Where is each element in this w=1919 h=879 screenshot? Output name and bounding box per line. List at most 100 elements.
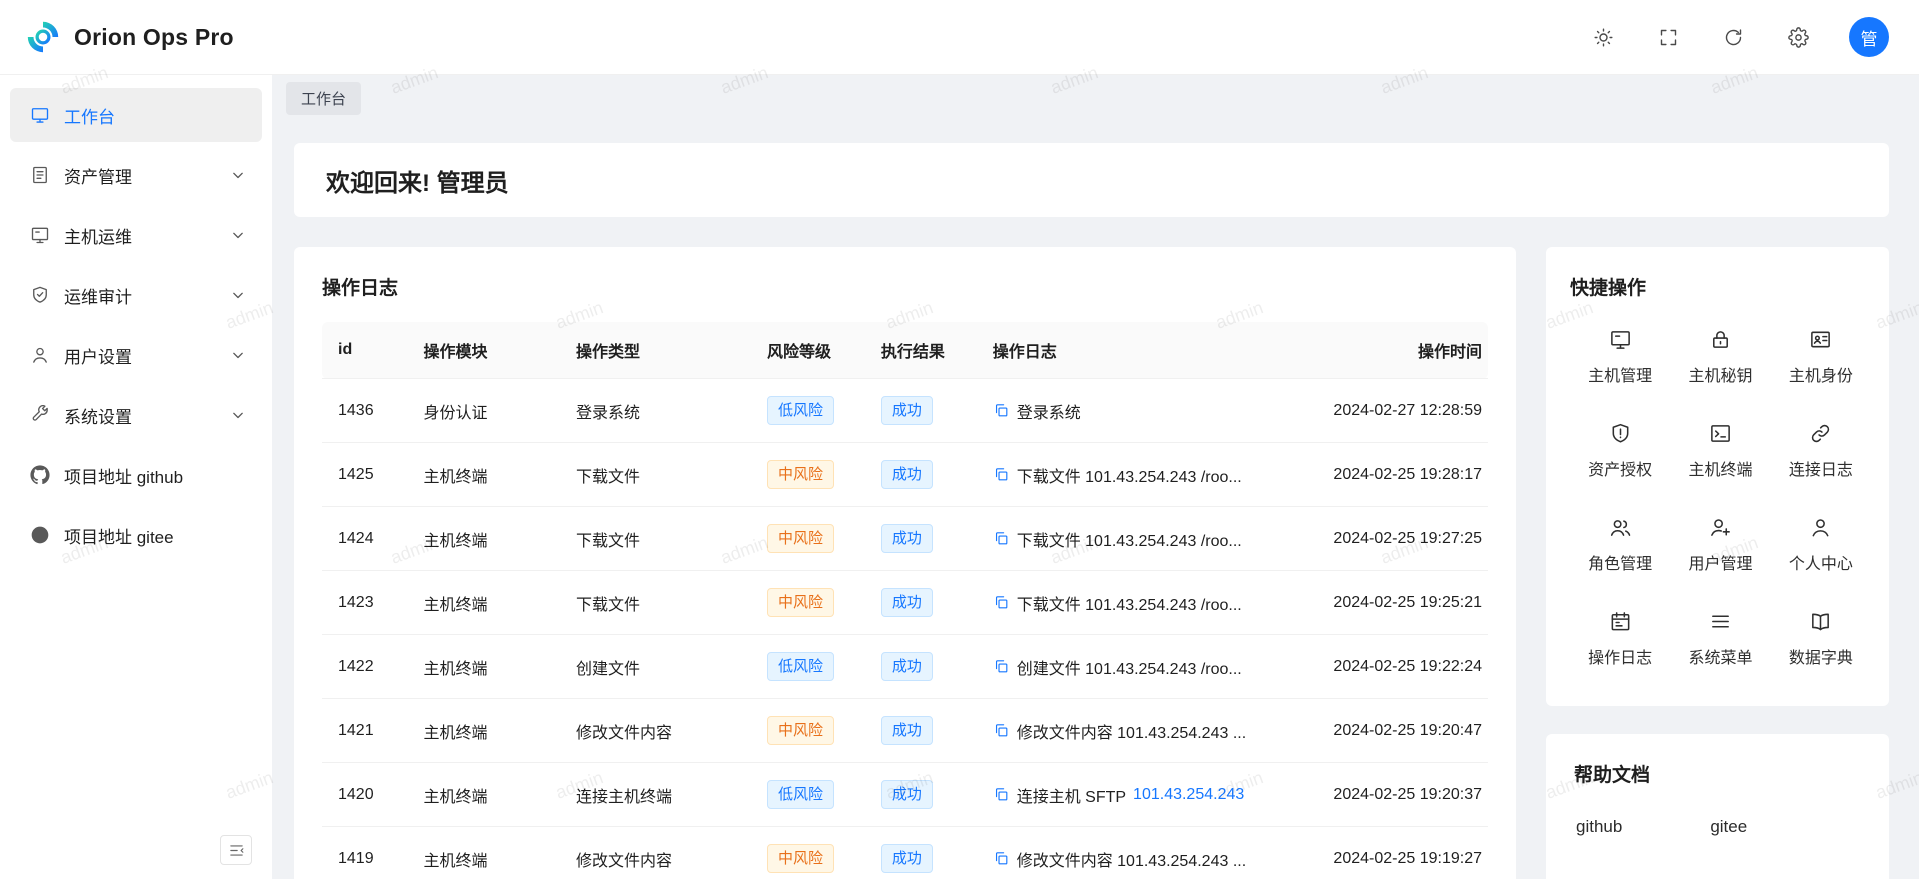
copy-icon[interactable] (993, 722, 1010, 739)
quick-action-calendar[interactable]: 操作日志 (1570, 592, 1670, 686)
user-avatar[interactable]: 管 (1849, 17, 1889, 57)
cell-log: 修改文件内容 101.43.254.243 ... (981, 699, 1316, 763)
cell-log: 下载文件 101.43.254.243 /roo... (981, 571, 1316, 635)
operation-log-title: 操作日志 (322, 273, 1488, 300)
cell-module: 主机终端 (411, 827, 563, 879)
cell-type: 下载文件 (564, 443, 755, 507)
copy-icon[interactable] (993, 402, 1010, 419)
quick-action-user[interactable]: 个人中心 (1771, 498, 1871, 592)
column-header: 操作模块 (411, 322, 563, 379)
help-link-github[interactable]: github (1576, 817, 1622, 837)
risk-badge: 中风险 (767, 844, 834, 873)
cell-time: 2024-02-25 19:19:27 (1316, 827, 1488, 879)
help-link-gitee[interactable]: gitee (1710, 817, 1747, 837)
cell-log: 下载文件 101.43.254.243 /roo... (981, 443, 1316, 507)
refresh-button[interactable] (1723, 27, 1744, 48)
cell-log: 连接主机 SFTP 101.43.254.243 (981, 763, 1316, 827)
cell-result: 成功 (869, 763, 981, 827)
quick-action-label: 资产授权 (1588, 456, 1652, 480)
result-badge: 成功 (881, 396, 933, 425)
settings-button[interactable] (1788, 27, 1809, 48)
copy-icon[interactable] (993, 530, 1010, 547)
cell-id: 1424 (322, 507, 411, 571)
cell-module: 身份认证 (411, 379, 563, 443)
cell-module: 主机终端 (411, 571, 563, 635)
operation-log-table: id操作模块操作类型风险等级执行结果操作日志操作时间 1436身份认证登录系统低… (322, 322, 1488, 879)
quick-action-lock[interactable]: 主机秘钥 (1670, 310, 1770, 404)
log-message: 修改文件内容 101.43.254.243 ... (1017, 847, 1246, 871)
user-add-icon (1709, 516, 1732, 539)
risk-badge: 低风险 (767, 652, 834, 681)
quick-action-idcard[interactable]: 主机身份 (1771, 310, 1871, 404)
cell-result: 成功 (869, 571, 981, 635)
copy-icon[interactable] (993, 466, 1010, 483)
header-actions: 管 (1593, 17, 1889, 57)
cell-risk: 低风险 (755, 763, 869, 827)
sidebar-item-assets[interactable]: 资产管理 (10, 148, 262, 202)
calendar-icon (1609, 610, 1632, 633)
cell-time: 2024-02-25 19:22:24 (1316, 635, 1488, 699)
quick-actions-grid: 主机管理主机秘钥主机身份资产授权主机终端连接日志角色管理用户管理个人中心操作日志… (1570, 310, 1871, 686)
breadcrumb-tab-workbench[interactable]: 工作台 (286, 82, 361, 115)
log-message: 创建文件 101.43.254.243 /roo... (1017, 655, 1242, 679)
gitee-icon (30, 525, 50, 545)
quick-action-terminal[interactable]: 主机终端 (1670, 404, 1770, 498)
brand-title: Orion Ops Pro (74, 24, 234, 51)
quick-action-user-add[interactable]: 用户管理 (1670, 498, 1770, 592)
right-column: 快捷操作 主机管理主机秘钥主机身份资产授权主机终端连接日志角色管理用户管理个人中… (1546, 247, 1889, 879)
cell-module: 主机终端 (411, 699, 563, 763)
cell-result: 成功 (869, 635, 981, 699)
copy-icon[interactable] (993, 658, 1010, 675)
result-badge: 成功 (881, 652, 933, 681)
cell-time: 2024-02-27 12:28:59 (1316, 379, 1488, 443)
doc-icon (30, 165, 50, 185)
sidebar-item-user-settings[interactable]: 用户设置 (10, 328, 262, 382)
main-content: 工作台 欢迎回来! 管理员 操作日志 id操作模块操作类型风险等 (272, 75, 1919, 879)
help-docs-card: 帮助文档 githubgitee (1546, 734, 1889, 879)
log-message: 登录系统 (1017, 399, 1081, 423)
team-icon (1609, 516, 1632, 539)
sidebar-item-audit[interactable]: 运维审计 (10, 268, 262, 322)
sidebar-item-gitee[interactable]: 项目地址 gitee (10, 508, 262, 562)
cell-log: 创建文件 101.43.254.243 /roo... (981, 635, 1316, 699)
display-icon (30, 225, 50, 245)
sidebar-item-system-settings[interactable]: 系统设置 (10, 388, 262, 442)
quick-action-safety[interactable]: 资产授权 (1570, 404, 1670, 498)
table-row: 1420主机终端连接主机终端低风险成功连接主机 SFTP 101.43.254.… (322, 763, 1488, 827)
quick-action-menu[interactable]: 系统菜单 (1670, 592, 1770, 686)
display-icon (1609, 328, 1632, 351)
copy-icon[interactable] (993, 594, 1010, 611)
result-badge: 成功 (881, 844, 933, 873)
sidebar-item-workbench[interactable]: 工作台 (10, 88, 262, 142)
quick-action-link[interactable]: 连接日志 (1771, 404, 1871, 498)
theme-toggle-button[interactable] (1593, 27, 1614, 48)
table-row: 1424主机终端下载文件中风险成功下载文件 101.43.254.243 /ro… (322, 507, 1488, 571)
quick-actions-title: 快捷操作 (1570, 273, 1871, 300)
log-host-link[interactable]: 101.43.254.243 (1133, 786, 1244, 804)
welcome-title: 欢迎回来! 管理员 (326, 163, 509, 198)
sidebar-item-github[interactable]: 项目地址 github (10, 448, 262, 502)
quick-action-label: 操作日志 (1588, 644, 1652, 668)
header-icon-buttons (1593, 27, 1809, 48)
chevron-down-icon (228, 165, 248, 185)
cell-type: 下载文件 (564, 507, 755, 571)
brand: Orion Ops Pro (24, 18, 234, 56)
cell-risk: 中风险 (755, 827, 869, 879)
quick-action-label: 主机身份 (1789, 362, 1853, 386)
quick-action-book[interactable]: 数据字典 (1771, 592, 1871, 686)
copy-icon[interactable] (993, 850, 1010, 867)
github-icon (30, 465, 50, 485)
quick-action-team[interactable]: 角色管理 (1570, 498, 1670, 592)
cell-module: 主机终端 (411, 507, 563, 571)
quick-action-label: 角色管理 (1588, 550, 1652, 574)
sidebar-collapse-button[interactable] (220, 835, 252, 865)
content-columns: 操作日志 id操作模块操作类型风险等级执行结果操作日志操作时间 1436身份认证… (294, 247, 1889, 879)
sidebar-item-host-ops[interactable]: 主机运维 (10, 208, 262, 262)
result-badge: 成功 (881, 780, 933, 809)
copy-icon[interactable] (993, 786, 1010, 803)
fullscreen-button[interactable] (1658, 27, 1679, 48)
log-message: 修改文件内容 101.43.254.243 ... (1017, 719, 1246, 743)
cell-risk: 低风险 (755, 379, 869, 443)
cell-module: 主机终端 (411, 443, 563, 507)
quick-action-display[interactable]: 主机管理 (1570, 310, 1670, 404)
